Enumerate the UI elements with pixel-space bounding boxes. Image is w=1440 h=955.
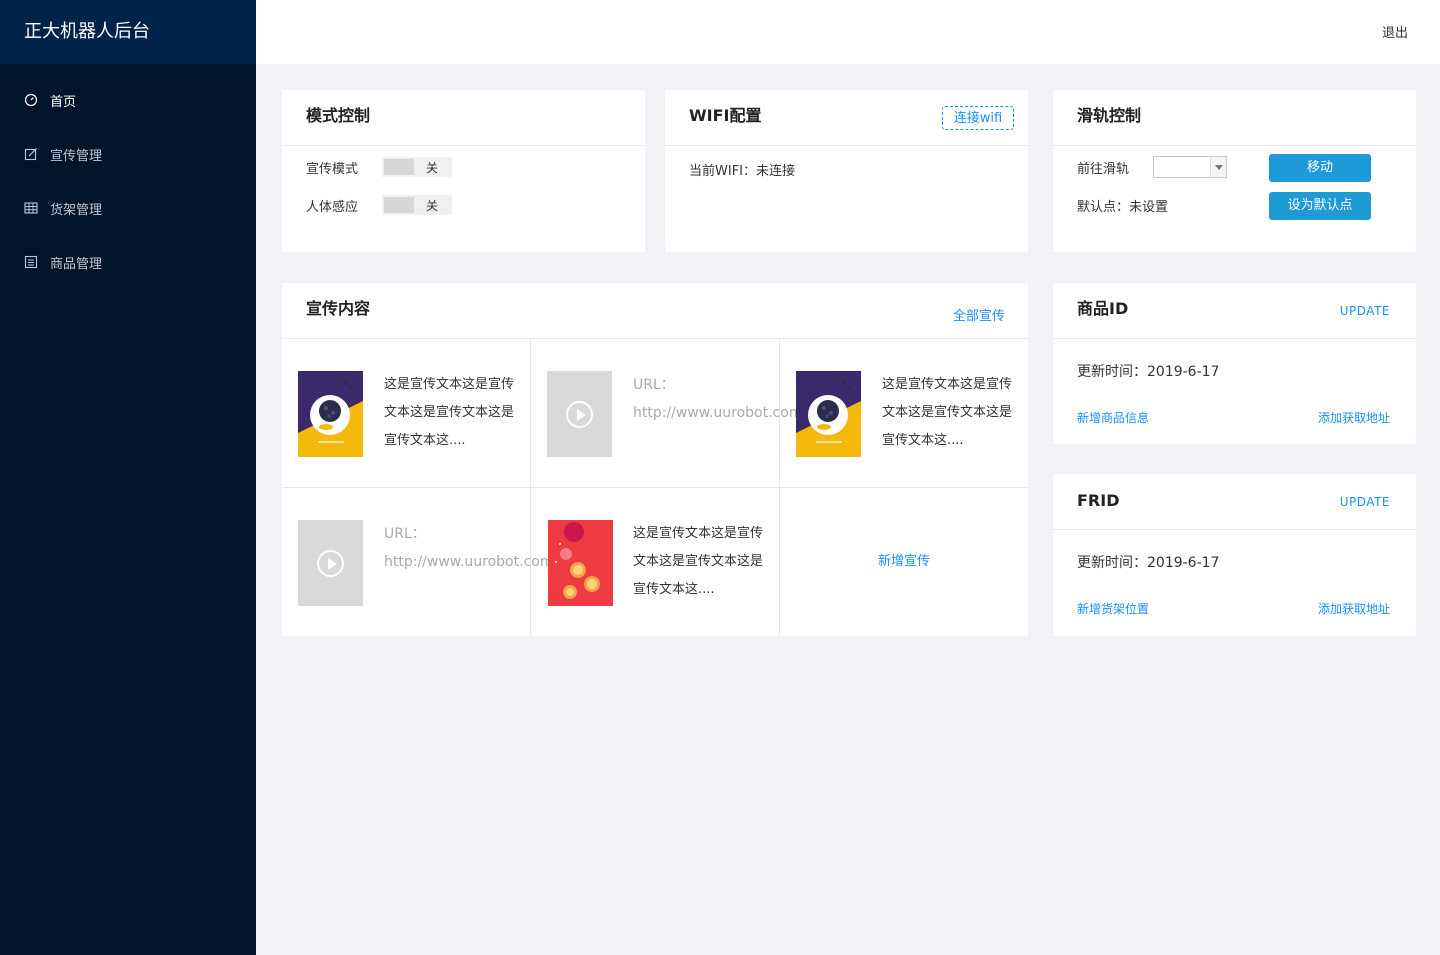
add-shelf-position-link[interactable]: 新增货架位置: [1077, 600, 1149, 617]
wifi-card: WIFI配置 连接wifi 当前WIFI：未连接: [665, 90, 1028, 252]
blueberry-thumbnail: [796, 371, 861, 457]
video-thumbnail: [547, 371, 612, 457]
add-product-info-link[interactable]: 新增商品信息: [1077, 409, 1149, 426]
sidebar-item-label: 商品管理: [50, 256, 103, 272]
sidebar-item-product[interactable]: 商品管理: [0, 244, 256, 280]
card-title: 模式控制: [306, 106, 371, 125]
promo-url: URL：http://www.uurobot.com/1.mp4: [384, 526, 603, 570]
update-time: 更新时间：2019-6-17: [1077, 364, 1220, 380]
toggle-state: 关: [426, 160, 439, 175]
promo-item[interactable]: 这是宣传文本这是宣传文本这是宣传文本这是宣传文本这....: [531, 488, 780, 636]
promo-item[interactable]: URL：http://www.uurobot.com/1.mp4: [531, 339, 852, 488]
card-body: 当前WIFI：未连接: [665, 146, 1028, 179]
blueberry-thumbnail: [298, 371, 363, 457]
rail-goto-label: 前往滑轨: [1077, 161, 1130, 177]
card-header: 模式控制: [282, 90, 645, 146]
mode-control-card: 模式控制 宣传模式 关 人体感应 关: [282, 90, 645, 252]
update-button[interactable]: UPDATE: [1340, 304, 1390, 318]
promo-text: 这是宣传文本这是宣传文本这是宣传文本这是宣传文本这....: [384, 377, 515, 448]
play-icon: [317, 550, 344, 577]
card-header: 滑轨控制: [1053, 90, 1416, 146]
sidebar-item-home[interactable]: 首页: [0, 82, 256, 118]
table-icon: [24, 201, 38, 215]
sidebar-item-label: 首页: [50, 94, 77, 110]
update-time: 更新时间：2019-6-17: [1077, 555, 1220, 571]
mode-row: 人体感应 关: [306, 186, 621, 224]
list-icon: [24, 255, 38, 269]
chevron-down-icon: [1210, 157, 1226, 177]
toggle-state: 关: [426, 198, 439, 213]
frid-card: FRID UPDATE 更新时间：2019-6-17 新增货架位置 添加获取地址: [1053, 474, 1416, 636]
promo-content-card: 宣传内容 全部宣传 这是宣传文本这是宣传文本这是宣传文本这是宣传文本这....: [282, 283, 1028, 636]
toggle-knob: [384, 159, 414, 175]
promo-grid: 这是宣传文本这是宣传文本这是宣传文本这是宣传文本这.... URL：http:/…: [282, 339, 1028, 636]
card-title: 滑轨控制: [1077, 106, 1142, 125]
connect-wifi-button[interactable]: 连接wifi: [942, 106, 1014, 130]
sidebar-item-label: 宣传管理: [50, 148, 103, 164]
logout-link[interactable]: 退出: [1382, 22, 1408, 41]
top-header: 退出: [256, 0, 1440, 64]
play-icon: [566, 401, 593, 428]
product-id-card: 商品ID UPDATE 更新时间：2019-6-17 新增商品信息 添加获取地址: [1053, 283, 1416, 444]
card-header: 宣传内容 全部宣传: [282, 283, 1028, 339]
toggle-knob: [384, 197, 414, 213]
card-header: 商品ID UPDATE: [1053, 283, 1416, 339]
sidebar-item-promo[interactable]: 宣传管理: [0, 136, 256, 172]
promo-text: 这是宣传文本这是宣传文本这是宣传文本这是宣传文本这....: [633, 526, 764, 597]
card-header: WIFI配置 连接wifi: [665, 90, 1028, 146]
sidebar: 正大机器人后台 首页 宣传管理 货架管理 商品管理: [0, 0, 256, 955]
mode-label: 人体感应: [306, 199, 359, 215]
move-button[interactable]: 移动: [1269, 154, 1371, 182]
add-fetch-address-link[interactable]: 添加获取地址: [1318, 600, 1390, 617]
body-sensing-toggle[interactable]: 关: [382, 195, 452, 215]
edit-icon: [24, 147, 38, 161]
rail-control-card: 滑轨控制 前往滑轨 默认点：未设置 移动 设为默认点: [1053, 90, 1416, 252]
set-default-button[interactable]: 设为默认点: [1269, 192, 1371, 220]
video-thumbnail: [298, 520, 363, 606]
all-promo-link[interactable]: 全部宣传: [953, 305, 1005, 324]
add-promo-cell[interactable]: 新增宣传: [780, 488, 1028, 636]
update-button[interactable]: UPDATE: [1340, 495, 1390, 509]
sidebar-nav: 首页 宣传管理 货架管理 商品管理: [0, 64, 256, 280]
card-title: 宣传内容: [306, 299, 371, 318]
default-point-label: 默认点：未设置: [1077, 199, 1169, 215]
promo-item[interactable]: URL：http://www.uurobot.com/1.mp4: [282, 488, 603, 636]
rail-select[interactable]: [1153, 156, 1227, 178]
promo-mode-toggle[interactable]: 关: [382, 157, 452, 177]
card-body: 宣传模式 关 人体感应 关: [282, 146, 645, 224]
add-promo-link[interactable]: 新增宣传: [780, 550, 1028, 569]
card-header: FRID UPDATE: [1053, 474, 1416, 530]
promo-url: URL：http://www.uurobot.com/1.mp4: [633, 377, 852, 421]
mode-row: 宣传模式 关: [306, 148, 621, 186]
sidebar-item-label: 货架管理: [50, 202, 103, 218]
mode-label: 宣传模式: [306, 161, 359, 177]
wifi-status: 当前WIFI：未连接: [689, 164, 795, 179]
dragonfruit-thumbnail: [548, 520, 613, 606]
promo-item[interactable]: 这是宣传文本这是宣传文本这是宣传文本这是宣传文本这....: [282, 339, 531, 488]
promo-item[interactable]: 这是宣传文本这是宣传文本这是宣传文本这是宣传文本这....: [780, 339, 1028, 488]
sidebar-item-shelf[interactable]: 货架管理: [0, 190, 256, 226]
add-fetch-address-link[interactable]: 添加获取地址: [1318, 409, 1390, 426]
promo-text: 这是宣传文本这是宣传文本这是宣传文本这是宣传文本这....: [882, 377, 1013, 448]
dashboard-icon: [24, 93, 38, 107]
app-title: 正大机器人后台: [0, 0, 256, 64]
